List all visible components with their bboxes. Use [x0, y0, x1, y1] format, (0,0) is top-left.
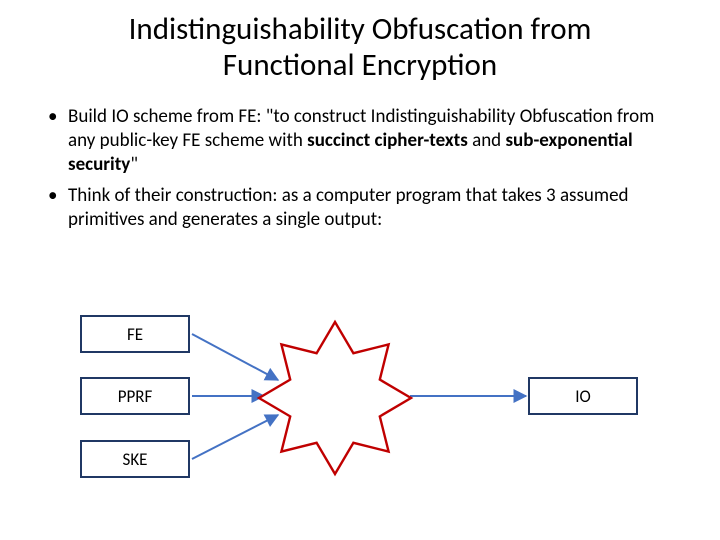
input-box-pprf: PPRF [80, 377, 190, 415]
star-burst-icon [255, 318, 415, 478]
output-label-io: IO [575, 386, 591, 407]
slide: Indistinguishability Obfuscation from Fu… [0, 0, 720, 540]
title-line-1: Indistinguishability Obfuscation from [129, 10, 592, 48]
input-label-fe: FE [127, 324, 143, 345]
bullet-1-mid: and [468, 129, 506, 152]
bullet-1-suffix: " [130, 153, 138, 176]
input-label-pprf: PPRF [118, 386, 153, 407]
slide-title: Indistinguishability Obfuscation from Fu… [0, 12, 720, 83]
bullet-2: Think of their construction: as a comput… [40, 184, 680, 232]
input-label-ske: SKE [123, 449, 148, 470]
bullet-1-bold1: succinct cipher-texts [307, 129, 468, 152]
bullet-list: Build IO scheme from FE: "to construct I… [40, 105, 680, 240]
construction-diagram: FE PPRF SKE IO [60, 300, 680, 520]
bullet-1: Build IO scheme from FE: "to construct I… [40, 105, 680, 176]
output-box-io: IO [528, 377, 638, 415]
title-line-2: Functional Encryption [223, 46, 497, 84]
input-box-fe: FE [80, 315, 190, 353]
bullet-2-text: Think of their construction: as a comput… [68, 184, 629, 231]
input-box-ske: SKE [80, 440, 190, 478]
